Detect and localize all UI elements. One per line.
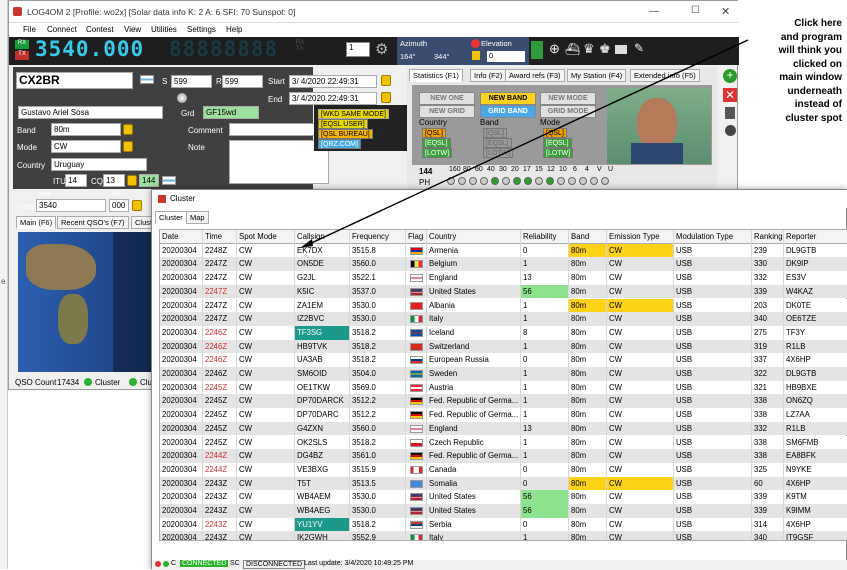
annotation-arrow [300, 39, 749, 248]
